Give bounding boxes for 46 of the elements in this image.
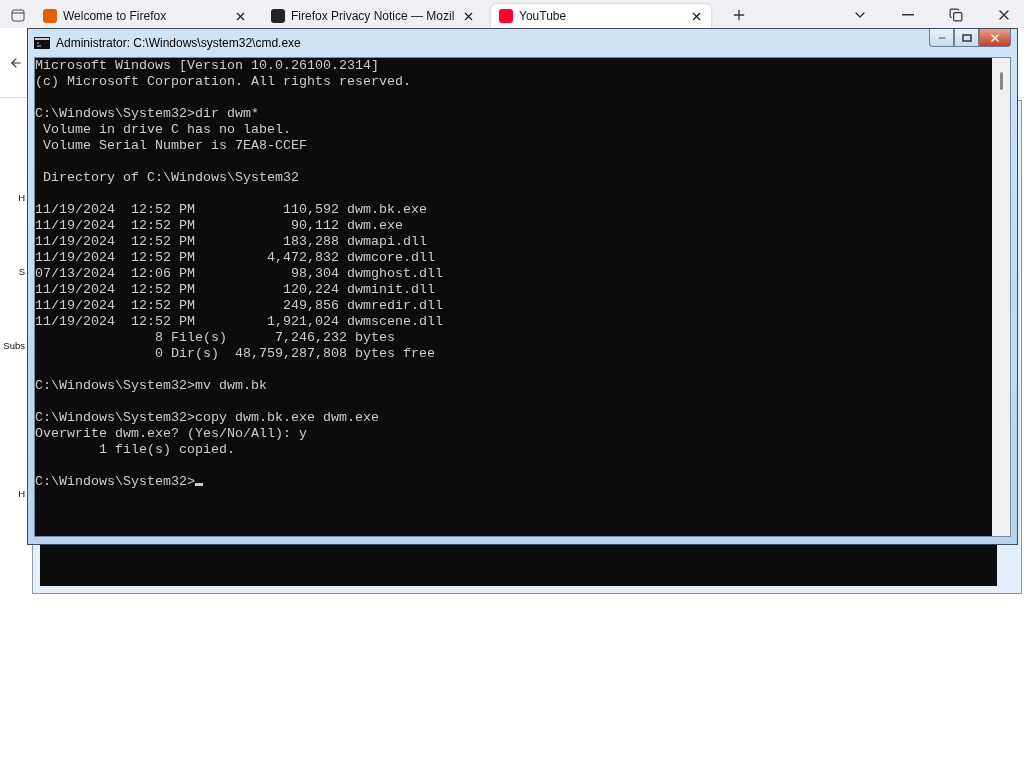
maximize-icon [961,33,972,42]
favicon-icon [43,9,57,23]
console-line: 1 file(s) copied. [98,442,235,458]
close-button[interactable] [979,29,1011,47]
console-line: (c) Microsoft Corporation. All rights reserved. [35,74,411,90]
console-line: C:\Windows\System32>mv dwm.bk [35,378,267,394]
restore-icon [949,8,963,22]
console-line: 11/19/2024 12:52 PM 120,224 dwminit.dll [35,282,435,298]
text-cursor [194,483,203,486]
console-line: 11/19/2024 12:52 PM 110,592 dwm.bk.exe [35,202,427,218]
page-text: Subs [3,339,25,353]
console-icon [34,37,50,49]
console-line: 11/19/2024 12:52 PM 90,112 dwm.exe [35,218,403,234]
console-line: 11/19/2024 12:52 PM 4,472,832 dwmcore.dll [35,250,435,266]
maximize-button[interactable] [954,29,979,47]
console-line: Volume in drive C has no label. [42,122,291,138]
close-icon [989,31,1001,44]
browser-tab[interactable]: Welcome to Firefox [35,4,255,28]
console-line: 11/19/2024 12:52 PM 1,921,024 dwmscene.dll [35,314,443,330]
page-text: H [18,191,25,205]
console-line: 11/19/2024 12:52 PM 183,288 dwmapi.dll [35,234,427,250]
console-line: Microsoft Windows [Version 10.0.26100.2314] [35,58,379,74]
console-line: 11/19/2024 12:52 PM 249,856 dwmredir.dll [35,298,443,314]
console-line: C:\Windows\System32> [35,474,203,490]
browser-tab[interactable]: YouTube [491,4,711,28]
back-arrow-icon [8,55,23,70]
scroll-thumb[interactable] [999,72,1003,90]
minimize-icon [902,14,914,16]
console-line: C:\Windows\System32>dir dwm* [35,106,259,122]
tab-list-icon [9,7,26,23]
window-title: Administrator: C:\Windows\system32\cmd.exe [56,36,302,50]
plus-icon [731,7,747,23]
console-line: 8 File(s) 7,246,232 bytes [153,330,395,346]
page-text: H [18,487,25,501]
console-line: 07/13/2024 12:06 PM 98,304 dwmghost.dll [35,266,443,282]
console-line: C:\Windows\System32>copy dwm.bk.exe dwm.exe [35,410,379,426]
page-text: S [18,265,25,279]
favicon-icon [271,9,285,23]
console-line: Volume Serial Number is 7EA8-CCEF [42,138,307,154]
console-line: Directory of C:\Windows\System32 [42,170,299,186]
browser-tab[interactable]: Firefox Privacy Notice — Mozil [263,4,483,28]
console-line: 0 Dir(s) 48,759,287,808 bytes free [153,346,435,362]
scrollbar[interactable] [992,58,1010,536]
console-line: Overwrite dwm.exe? (Yes/No/All): y [35,426,307,442]
favicon-icon [499,9,513,23]
minimize-button[interactable] [929,29,954,47]
